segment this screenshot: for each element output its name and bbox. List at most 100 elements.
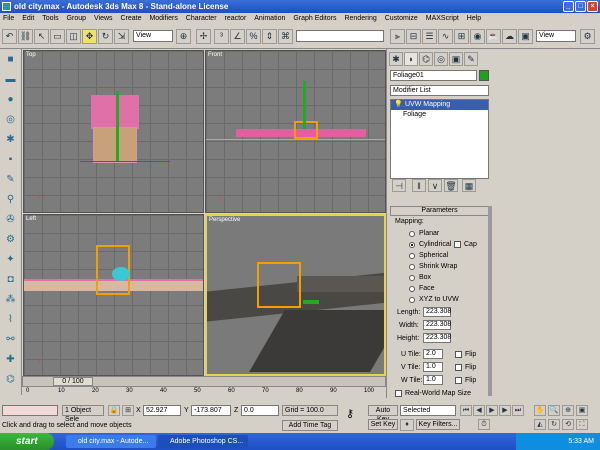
utile-input[interactable]: 2.0	[423, 349, 443, 359]
scale-icon[interactable]: ⇲	[114, 29, 129, 44]
go-to-end-icon[interactable]: ⏭	[512, 405, 524, 416]
viewport-top[interactable]: Top ⌞	[23, 50, 204, 213]
render-type-icon[interactable]: ▣	[518, 29, 533, 44]
realworld-checkbox[interactable]	[395, 390, 402, 397]
manipulate-icon[interactable]: ✢	[196, 29, 211, 44]
pin-stack-icon[interactable]: ⊣	[392, 179, 406, 192]
key-icon[interactable]: ⚷	[346, 407, 354, 420]
cap-checkbox[interactable]	[454, 241, 461, 248]
arc-rotate-icon[interactable]: ⟲	[562, 419, 574, 430]
viewport-front[interactable]: Front ⌞	[205, 50, 386, 213]
auto-key-button[interactable]: Auto Key	[368, 405, 398, 423]
radio-cylindrical[interactable]	[409, 242, 415, 248]
play-icon[interactable]: ▶	[486, 405, 498, 416]
schematic-view-icon[interactable]: ⊞	[454, 29, 469, 44]
particle-icon[interactable]: ⁂	[3, 292, 18, 307]
plane-icon[interactable]: ▬	[3, 72, 18, 87]
undo-icon[interactable]: ↶	[2, 29, 17, 44]
time-config-icon[interactable]: ⏱	[478, 419, 490, 430]
go-to-start-icon[interactable]: ⏮	[460, 405, 472, 416]
time-slider-thumb[interactable]: 0 / 100	[53, 377, 93, 386]
z-coord-input[interactable]: 0.0	[241, 405, 279, 416]
key-filters-button[interactable]: Key Filters...	[416, 419, 460, 430]
remove-modifier-icon[interactable]: 🗑	[444, 179, 458, 192]
select-object-icon[interactable]: ↖	[34, 29, 49, 44]
create-tab-icon[interactable]: ✱	[389, 52, 403, 66]
rotate-icon[interactable]: ↻	[98, 29, 113, 44]
menu-file[interactable]: File	[3, 15, 14, 22]
close-button[interactable]: ×	[587, 1, 598, 12]
curve-editor-icon[interactable]: ∿	[438, 29, 453, 44]
menu-maxscript[interactable]: MAXScript	[426, 15, 459, 22]
task-3dsmax[interactable]: old city.max - Autode...	[66, 435, 156, 448]
cube-icon[interactable]: ■	[3, 52, 18, 67]
snap-icon[interactable]: ³	[214, 29, 229, 44]
uflip-checkbox[interactable]	[455, 351, 462, 358]
zoom-extents-icon[interactable]: ▣	[576, 405, 588, 416]
maximize-viewport-icon[interactable]: ⛶	[576, 419, 588, 430]
render-type-select[interactable]: View	[536, 30, 576, 42]
window-crossing-icon[interactable]: ◫	[66, 29, 81, 44]
modifier-list-dropdown[interactable]: Modifier List	[390, 85, 489, 96]
x-coord-input[interactable]: 52.927	[143, 405, 181, 416]
field-of-view-icon[interactable]: ◭	[534, 419, 546, 430]
menu-customize[interactable]: Customize	[385, 15, 418, 22]
maxscript-listener[interactable]	[2, 405, 58, 416]
radio-face[interactable]	[409, 286, 415, 292]
wtile-input[interactable]: 1.0	[423, 375, 443, 385]
hierarchy-tab-icon[interactable]: ⌬	[419, 52, 433, 66]
pivot-icon[interactable]: ⊕	[176, 29, 191, 44]
spring-icon[interactable]: ⌇	[3, 312, 18, 327]
parameters-rollout-header[interactable]: Parameters	[390, 206, 489, 216]
zoom-all-icon[interactable]: ⊕	[562, 405, 574, 416]
move-icon[interactable]: ✥	[82, 29, 97, 44]
radio-xyz-to-uvw[interactable]	[409, 297, 415, 303]
configure-sets-icon[interactable]: ▦	[462, 179, 476, 192]
link-icon[interactable]: ⚯	[3, 332, 18, 347]
vtile-input[interactable]: 1.0	[423, 362, 443, 372]
select-link-icon[interactable]: ⛓	[18, 29, 33, 44]
maximize-button[interactable]: □	[575, 1, 586, 12]
key-mode-icon[interactable]: ♦	[400, 419, 414, 431]
show-end-result-icon[interactable]: ‖	[412, 179, 426, 192]
menu-graph-editors[interactable]: Graph Editors	[293, 15, 336, 22]
menu-edit[interactable]: Edit	[22, 15, 34, 22]
select-region-icon[interactable]: ▭	[50, 29, 65, 44]
menu-rendering[interactable]: Rendering	[344, 15, 376, 22]
stack-item-uvw[interactable]: 💡 UVW Mapping	[391, 100, 488, 110]
time-slider[interactable]: 0 / 100	[22, 376, 386, 387]
reference-coord-select[interactable]: View	[133, 30, 173, 42]
menu-group[interactable]: Group	[67, 15, 86, 22]
menu-help[interactable]: Help	[467, 15, 481, 22]
gear-icon[interactable]: ⚙	[3, 232, 18, 247]
menu-modifiers[interactable]: Modifiers	[149, 15, 177, 22]
sphere-icon[interactable]: ●	[3, 92, 18, 107]
display-tab-icon[interactable]: ▣	[449, 52, 463, 66]
menu-create[interactable]: Create	[120, 15, 141, 22]
star-icon[interactable]: ✱	[3, 132, 18, 147]
named-selection-icon[interactable]: ⌘	[278, 29, 293, 44]
start-button[interactable]: start	[0, 433, 54, 450]
wrench-icon[interactable]: ✇	[3, 212, 18, 227]
light-icon[interactable]: ✦	[3, 252, 18, 267]
object-color-swatch[interactable]	[479, 70, 489, 81]
radio-shrink-wrap[interactable]	[409, 264, 415, 270]
menu-animation[interactable]: Animation	[254, 15, 285, 22]
prev-frame-icon[interactable]: ◀	[473, 405, 485, 416]
length-input[interactable]: 223.308	[423, 307, 451, 317]
viewport-perspective[interactable]: Perspective	[205, 214, 386, 376]
modify-tab-icon[interactable]: ◗	[404, 52, 418, 66]
percent-snap-icon[interactable]: %	[246, 29, 261, 44]
camera-icon[interactable]: ◘	[3, 272, 18, 287]
pen-icon[interactable]: ✎	[3, 172, 18, 187]
render-scene-icon[interactable]: ☕	[486, 29, 501, 44]
lock-selection-icon[interactable]: 🔒	[108, 405, 120, 416]
track-bar[interactable]: 0 10 20 30 40 50 60 70 80 90 100	[22, 388, 386, 399]
absolute-mode-icon[interactable]: ⊞	[122, 405, 134, 416]
y-coord-input[interactable]: -173.807	[191, 405, 231, 416]
width-input[interactable]: 223.308	[423, 320, 451, 330]
minimize-button[interactable]: _	[563, 1, 574, 12]
viewport-left[interactable]: Left ⌞	[23, 214, 204, 376]
radio-box[interactable]	[409, 275, 415, 281]
box-shape-icon[interactable]: ▪	[3, 152, 18, 167]
